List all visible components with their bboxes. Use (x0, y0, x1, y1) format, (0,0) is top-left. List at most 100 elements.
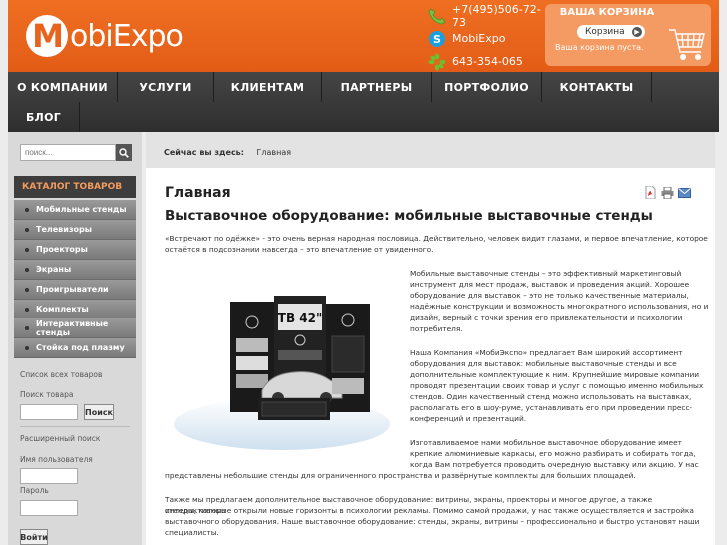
mobile-stand-image: TB 42" (174, 296, 390, 450)
nav-item-portfolio[interactable]: ПОРТФОЛИО (432, 72, 542, 102)
catalog-item-tv[interactable]: Телевизоры (14, 220, 136, 240)
icq-icon (428, 53, 446, 71)
cart-panel: ВАША КОРЗИНА Корзина ▶ Ваша корзина пуст… (545, 4, 711, 66)
header: M obiExpo +7(495)506-72-73 S MobiExpo 64… (8, 0, 719, 72)
product-search-label: Поиск товара (20, 390, 74, 399)
paragraph-line: стендов. Один качественный стенд можно и… (410, 392, 692, 401)
breadcrumb-label: Сейчас вы здесь: (164, 148, 244, 157)
main-nav: О КОМПАНИИ УСЛУГИ КЛИЕНТАМ ПАРТНЕРЫ ПОРТ… (8, 72, 719, 132)
contacts: +7(495)506-72-73 S MobiExpo 643-354-065 (428, 3, 548, 73)
catalog-heading: КАТАЛОГ ТОВАРОВ (14, 176, 136, 198)
nav-item-partners[interactable]: ПАРТНЕРЫ (322, 72, 432, 102)
print-icon[interactable] (661, 186, 674, 199)
cart-button[interactable]: Корзина ▶ (577, 25, 645, 39)
paragraph-line: Мобильные выставочные стенды – это эффек… (410, 269, 682, 278)
catalog-item-mobile-stands[interactable]: Мобильные стенды (14, 200, 136, 220)
bullet-icon (25, 208, 29, 212)
cart-button-label: Корзина (585, 27, 625, 37)
catalog-item-label: Проигрыватели (36, 285, 109, 294)
search-button[interactable] (116, 144, 132, 161)
shopping-cart-icon (669, 29, 705, 60)
divider (20, 426, 130, 427)
article-title: Выставочное оборудование: мобильные выст… (165, 208, 653, 224)
bullet-icon (25, 326, 29, 330)
login-button[interactable]: Войти (20, 529, 48, 545)
catalog-item-label: Интерактивные стенды (36, 318, 109, 337)
bullet-icon (25, 248, 29, 252)
breadcrumb: Сейчас вы здесь: Главная (146, 132, 715, 168)
paragraph-line: дизайн, верный с точки зрения его привле… (410, 313, 683, 322)
product-search-input[interactable] (20, 404, 78, 420)
catalog-item-plasma-stand[interactable]: Стойка под плазму (14, 338, 136, 358)
catalog-item-label: Экраны (36, 265, 72, 274)
cart-title: ВАША КОРЗИНА (559, 7, 655, 18)
pdf-icon[interactable] (644, 186, 657, 199)
username-field[interactable] (20, 468, 78, 484)
paragraph-line: Наша Компания «МобиЭкспо» предлагает Вам… (410, 348, 683, 357)
paragraph-line: надёжные конструкции и возможность много… (410, 302, 709, 311)
catalog-item-label: Комплекты (36, 305, 89, 314)
catalog-item-label: Проекторы (36, 245, 88, 254)
cart-empty-text: Ваша корзина пуста. (555, 43, 644, 52)
product-search-button[interactable]: Поиск (84, 404, 114, 420)
paragraph-line: потребителя. (410, 324, 463, 333)
nav-item-contacts[interactable]: КОНТАКТЫ (542, 72, 652, 102)
bullet-icon (25, 346, 29, 350)
paragraph-line: выставочного оборудования. Наше выставоч… (165, 517, 700, 526)
skype-name[interactable]: MobiExpo (452, 32, 505, 45)
nav-item-about[interactable]: О КОМПАНИИ (8, 72, 118, 102)
paragraph-line: проводят презентации своих товар и услуг… (410, 381, 704, 390)
catalog-item-label: Стойка под плазму (36, 343, 125, 352)
catalog-item-label: Мобильные стенды (36, 205, 127, 214)
breadcrumb-current: Главная (256, 148, 292, 157)
paragraph-line: крепкие алюминиевые каркасы, его можно р… (410, 449, 696, 458)
catalog-item-kits[interactable]: Комплекты (14, 300, 136, 320)
nav-item-blog[interactable]: БЛОГ (8, 102, 80, 132)
logo-mark: M (26, 15, 68, 57)
catalog-item-screens[interactable]: Экраны (14, 260, 136, 280)
catalog-item-label: Телевизоры (36, 225, 92, 234)
password-label: Пароль (20, 486, 49, 495)
paragraph-line: Изготавливаемое нами мобильное выставочн… (410, 438, 682, 447)
skype-icon: S (428, 30, 446, 48)
paragraph-line: конференций и презентаций. (410, 414, 527, 423)
paragraph-line: оборудования для выставок: мобильные выс… (410, 359, 677, 368)
intro-line: остаётся в подсознании навсегда – это вп… (165, 245, 434, 254)
logo-text: obiExpo (70, 18, 184, 54)
page: M obiExpo +7(495)506-72-73 S MobiExpo 64… (0, 0, 727, 545)
catalog-item-projectors[interactable]: Проекторы (14, 240, 136, 260)
arrow-right-icon: ▶ (632, 27, 642, 37)
main-content: Сейчас вы здесь: Главная Главная Выставо… (146, 132, 715, 545)
bullet-icon (25, 308, 29, 312)
paragraph-line: инструмент для мест продаж, выставок и п… (410, 280, 690, 289)
paragraph-line: дополнительные комплектующие к ним. Круп… (410, 370, 700, 379)
svg-text:S: S (433, 33, 441, 46)
bullet-icon (25, 228, 29, 232)
search-input[interactable] (20, 144, 116, 161)
password-field[interactable] (20, 500, 78, 516)
contact-phone: +7(495)506-72-73 (428, 3, 548, 29)
paragraph-line: оборудование для выставок – это не тольк… (410, 291, 689, 300)
nav-item-clients[interactable]: КЛИЕНТАМ (214, 72, 322, 102)
bullet-icon (25, 268, 29, 272)
paragraph-line: стенды, которые открыли новые горизонты … (165, 506, 694, 515)
paragraph-line: располагать его в шоу-руме, устанавливат… (410, 403, 693, 412)
all-products-link[interactable]: Список всех товаров (20, 370, 102, 379)
contact-icq: 643-354-065 (428, 50, 548, 73)
catalog-item-players[interactable]: Проигрыватели (14, 280, 136, 300)
catalog-item-interactive[interactable]: Интерактивные стенды (14, 318, 136, 338)
username-label: Имя пользователя (20, 455, 93, 464)
phone-number[interactable]: +7(495)506-72-73 (452, 3, 548, 29)
search-icon (119, 147, 129, 158)
intro-line: «Встречают по одёжке» - это очень верная… (165, 234, 708, 243)
nav-item-services[interactable]: УСЛУГИ (118, 72, 214, 102)
page-title: Главная (165, 185, 231, 201)
advanced-search-link[interactable]: Расширенный поиск (20, 434, 100, 443)
contact-skype: S MobiExpo (428, 27, 548, 50)
paragraph-line: когда Вам потребуется проводить очередну… (410, 460, 699, 469)
icq-number[interactable]: 643-354-065 (452, 55, 523, 68)
sidebar: КАТАЛОГ ТОВАРОВ Мобильные стенды Телевиз… (8, 132, 142, 545)
email-icon[interactable] (678, 186, 691, 199)
phone-icon (428, 7, 446, 25)
site-logo[interactable]: M obiExpo (26, 14, 184, 58)
